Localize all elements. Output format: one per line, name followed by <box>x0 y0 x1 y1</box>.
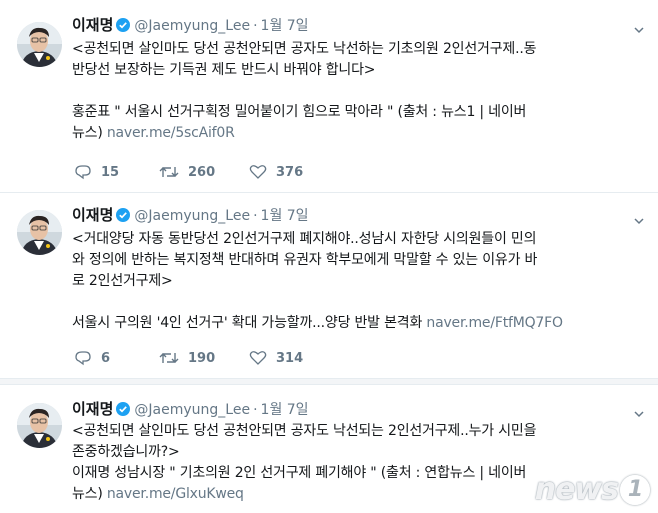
retweet-count: 260 <box>188 164 216 180</box>
quote-text: 뉴스) <box>72 486 107 502</box>
tweet-text-line: 존중하겠습니까?> <box>72 444 180 460</box>
retweet-button[interactable]: 190 <box>159 348 215 368</box>
tweet-header: 이재명 @Jaemyung_Lee · 1월 7일 <box>72 206 309 224</box>
tweet-text-line: 반당선 보장하는 기득권 제도 반드시 바꿔야 합니다> <box>72 62 376 78</box>
verified-badge-icon <box>116 402 131 416</box>
profile-photo <box>17 210 62 255</box>
handle[interactable]: @Jaemyung_Lee <box>134 402 250 418</box>
quote-text: 서울시 구의원 '4인 선거구' 확대 가능할까...양당 반발 본격화 <box>72 315 427 331</box>
separator: · <box>253 208 258 224</box>
display-name[interactable]: 이재명 <box>72 400 113 418</box>
tweet-header: 이재명 @Jaemyung_Lee · 1월 7일 <box>72 400 309 418</box>
heart-icon <box>249 165 267 179</box>
timestamp[interactable]: 1월 7일 <box>261 402 309 418</box>
tweet-actions: 15 260 376 <box>72 162 372 182</box>
tweet-text: <거대양당 자동 동반당선 2인선거구제 폐지해야..성남시 자한당 시의원들이… <box>72 229 638 334</box>
article-link[interactable]: naver.me/5scAif0R <box>107 125 235 141</box>
separator: · <box>253 18 258 34</box>
tweet-text-line: <거대양당 자동 동반당선 2인선거구제 폐지해야..성남시 자한당 시의원들이… <box>72 231 537 247</box>
profile-photo <box>17 403 62 448</box>
separator: · <box>253 402 258 418</box>
avatar[interactable] <box>17 22 62 67</box>
verified-badge-icon <box>116 18 131 32</box>
reply-icon <box>75 351 91 366</box>
watermark-text: news <box>534 472 619 507</box>
tweet-text-line: 로 2인선거구제> <box>72 273 173 289</box>
avatar[interactable] <box>17 403 62 448</box>
profile-photo <box>17 22 62 67</box>
retweet-count: 190 <box>188 350 216 366</box>
tweet-actions: 6 190 314 <box>72 348 372 368</box>
chevron-down-icon[interactable] <box>634 404 644 418</box>
timestamp[interactable]: 1월 7일 <box>261 18 309 34</box>
tweet-text-line: <공천되면 살인마도 당선 공천안되면 공자도 낙선하는 기초의원 2인선거구제… <box>72 41 537 57</box>
reply-count: 6 <box>101 350 111 366</box>
watermark-badge: 1 <box>620 474 650 505</box>
tweet-header: 이재명 @Jaemyung_Lee · 1월 7일 <box>72 16 309 34</box>
avatar[interactable] <box>17 210 62 255</box>
quote-line: 홍준표 " 서울시 선거구획정 밀어붙이기 힘으로 막아라 " (출처 : 뉴스… <box>72 104 527 120</box>
tweet[interactable]: 이재명 @Jaemyung_Lee · 1월 7일 <거대양당 자동 동반당선 2인선… <box>0 193 658 379</box>
tweet-text: <공천되면 살인마도 당선 공천안되면 공자도 낙선하는 기초의원 2인선거구제… <box>72 39 638 144</box>
reply-count: 15 <box>101 164 120 180</box>
chevron-down-icon[interactable] <box>634 20 644 34</box>
heart-icon <box>249 351 267 365</box>
display-name[interactable]: 이재명 <box>72 16 113 34</box>
timestamp[interactable]: 1월 7일 <box>261 208 309 224</box>
retweet-icon <box>159 167 179 177</box>
like-button[interactable]: 376 <box>249 162 303 182</box>
tweet[interactable]: 이재명 @Jaemyung_Lee · 1월 7일 <공천되면 살인마도 당선 공천안… <box>0 0 658 193</box>
display-name[interactable]: 이재명 <box>72 206 113 224</box>
retweet-button[interactable]: 260 <box>159 162 215 182</box>
article-link[interactable]: naver.me/FtfMQ7FO <box>426 315 563 331</box>
reply-button[interactable]: 15 <box>74 162 119 182</box>
article-link[interactable]: naver.me/GlxuKweq <box>107 486 244 502</box>
retweet-icon <box>159 353 179 363</box>
like-count: 376 <box>276 164 304 180</box>
reply-button[interactable]: 6 <box>74 348 110 368</box>
verified-badge-icon <box>116 208 131 222</box>
tweet-text-line: <공천되면 살인마도 당선 공천안되면 공자도 낙선되는 2인선거구제..누가 … <box>72 423 537 439</box>
tweet-text-line: 와 정의에 반하는 복지정책 반대하며 유권자 학부모에게 막말할 수 있는 이… <box>72 252 538 268</box>
chevron-down-icon[interactable] <box>634 211 644 225</box>
quote-text: 뉴스) <box>72 125 107 141</box>
like-button[interactable]: 314 <box>249 348 303 368</box>
handle[interactable]: @Jaemyung_Lee <box>134 18 250 34</box>
handle[interactable]: @Jaemyung_Lee <box>134 208 250 224</box>
quote-line: 뉴스) naver.me/5scAif0R <box>72 123 638 144</box>
reply-icon <box>75 165 91 180</box>
news1-watermark: news 1 <box>535 472 650 507</box>
quote-line: 서울시 구의원 '4인 선거구' 확대 가능할까...양당 반발 본격화 nav… <box>72 313 638 334</box>
like-count: 314 <box>276 350 304 366</box>
